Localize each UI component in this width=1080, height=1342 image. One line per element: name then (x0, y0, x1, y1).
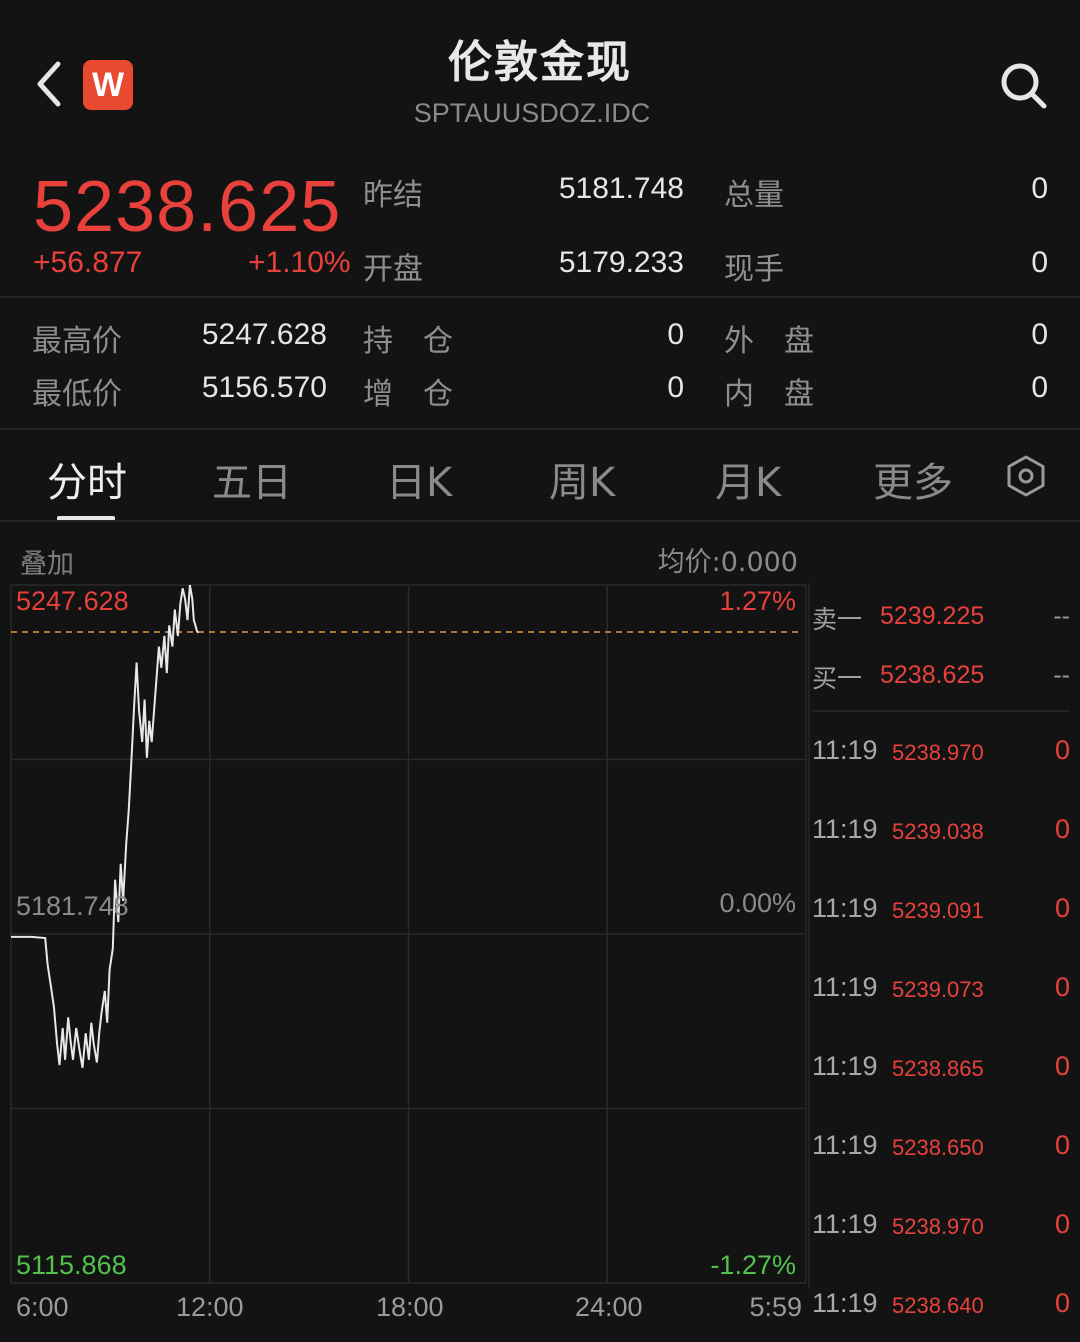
tab-five-day[interactable]: 五日 (212, 450, 292, 508)
pct-label-mid: 0.00% (719, 888, 796, 918)
tick-price: 5238.970 (892, 1214, 984, 1239)
x-tick-label: 6:00 (16, 1292, 69, 1322)
inner-value: 0 (1031, 371, 1048, 404)
instrument-code: SPTAUUSDOZ.IDC (413, 98, 651, 128)
tick-time: 11:19 (812, 1209, 878, 1239)
page-title: 伦敦金现 (448, 37, 632, 88)
tick-price: 5239.091 (892, 898, 984, 923)
open-label: 开盘 (363, 252, 423, 287)
overlay-button[interactable]: 叠加 (20, 542, 74, 581)
sell-one-volume: -- (1053, 602, 1070, 630)
tick-price: 5238.970 (892, 740, 984, 765)
open-interest-label: 持 仓 (363, 324, 453, 359)
avg-price-label: 均价:0.000 (657, 547, 798, 578)
open-interest-value: 0 (667, 318, 684, 351)
total-volume-value: 0 (1031, 172, 1048, 205)
buy-one-volume: -- (1053, 661, 1070, 689)
total-volume-label: 总量 (724, 178, 784, 213)
buy-one-price: 5238.625 (880, 661, 985, 689)
tab-more[interactable]: 更多 (873, 450, 953, 508)
x-tick-label: 5:59 (749, 1292, 802, 1322)
panel-divider (808, 583, 810, 1288)
sell-one-price: 5239.225 (880, 602, 985, 630)
prev-settle-value: 5181.748 (558, 172, 684, 205)
open-value: 5179.233 (558, 246, 684, 279)
outer-label: 外 盘 (724, 324, 814, 359)
tick-price: 5239.038 (892, 819, 984, 844)
tab-monthly-k[interactable]: 月K (715, 450, 781, 508)
tab-weekly-k[interactable]: 周K (549, 450, 615, 508)
oi-change-label: 增 仓 (363, 377, 453, 412)
current-hand-value: 0 (1031, 246, 1048, 279)
price-line (11, 584, 200, 1068)
divider (812, 710, 1070, 712)
x-tick-label: 24:00 (575, 1292, 643, 1322)
price-change: +56.877 (33, 246, 143, 279)
y-label-bottom: 5115.868 (16, 1250, 127, 1280)
prev-settle-label: 昨结 (363, 178, 423, 213)
pct-label-top: 1.27% (719, 586, 796, 616)
tick-volume: 0 (1054, 1288, 1070, 1318)
settings-icon[interactable] (1004, 454, 1048, 498)
low-label: 最低价 (32, 377, 122, 412)
tick-time: 11:19 (812, 972, 878, 1002)
x-tick-label: 18:00 (376, 1292, 444, 1322)
tick-time: 11:19 (812, 893, 878, 923)
tick-time: 11:19 (812, 1051, 878, 1081)
tick-price: 5238.865 (892, 1056, 984, 1081)
tick-volume: 0 (1054, 1051, 1070, 1081)
price-change-percent: +1.10% (248, 246, 351, 279)
chart-grid (10, 584, 807, 1284)
search-icon[interactable] (996, 58, 1052, 114)
tick-time: 11:19 (812, 1130, 878, 1160)
tick-volume: 0 (1054, 972, 1070, 1002)
oi-change-value: 0 (667, 371, 684, 404)
tick-volume: 0 (1054, 1209, 1070, 1239)
high-label: 最高价 (32, 324, 122, 359)
tick-price: 5238.650 (892, 1135, 984, 1160)
x-tick-label: 12:00 (176, 1292, 244, 1322)
intraday-chart[interactable] (0, 580, 808, 1288)
y-label-top: 5247.628 (16, 586, 129, 616)
tick-time: 11:19 (812, 1288, 878, 1318)
tick-volume: 0 (1054, 735, 1070, 765)
divider (0, 296, 1080, 298)
tick-time: 11:19 (812, 735, 878, 765)
tick-volume: 0 (1054, 893, 1070, 923)
y-label-mid: 5181.748 (16, 891, 129, 921)
tab-intraday[interactable]: 分时 (47, 450, 127, 508)
outer-value: 0 (1031, 318, 1048, 351)
tick-time: 11:19 (812, 814, 878, 844)
tab-daily-k[interactable]: 日K (386, 450, 452, 508)
divider (0, 520, 1080, 522)
tick-price: 5238.640 (892, 1293, 984, 1318)
pct-label-bottom: -1.27% (710, 1250, 796, 1280)
tick-price: 5239.073 (892, 977, 984, 1002)
last-price: 5238.625 (33, 167, 342, 247)
divider (0, 428, 1080, 430)
buy-one-label: 买一 (812, 664, 863, 693)
low-value: 5156.570 (201, 371, 327, 404)
tick-volume: 0 (1054, 1130, 1070, 1160)
sell-one-label: 卖一 (812, 605, 863, 634)
tick-volume: 0 (1054, 814, 1070, 844)
current-hand-label: 现手 (724, 252, 784, 287)
high-value: 5247.628 (201, 318, 327, 351)
inner-label: 内 盘 (724, 377, 814, 412)
